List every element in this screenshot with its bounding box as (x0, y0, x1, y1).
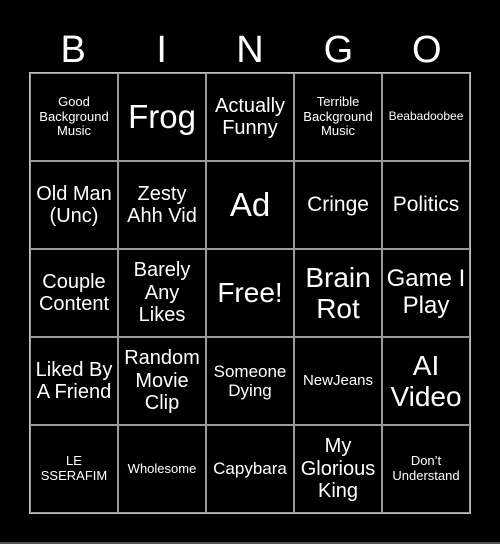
bingo-cell[interactable]: Good Background Music (30, 73, 118, 161)
bingo-cell[interactable]: Game I Play (382, 249, 470, 337)
header-letter-o: O (412, 29, 442, 71)
bingo-cell[interactable]: Capybara (206, 425, 294, 513)
bingo-cell[interactable]: Politics (382, 161, 470, 249)
header-letter-i: I (156, 29, 167, 71)
bingo-cell[interactable]: Beabadoobee (382, 73, 470, 161)
bingo-cell[interactable]: Barely Any Likes (118, 249, 206, 337)
bingo-cell[interactable]: Brain Rot (294, 249, 382, 337)
bingo-cell[interactable]: My Glorious King (294, 425, 382, 513)
bingo-cell[interactable]: Zesty Ahh Vid (118, 161, 206, 249)
bingo-cell[interactable]: Liked By A Friend (30, 337, 118, 425)
header-letter-b: B (60, 29, 86, 71)
bingo-cell[interactable]: Someone Dying (206, 337, 294, 425)
bingo-board: Good Background Music Frog Actually Funn… (29, 72, 471, 514)
header-letter-g: G (323, 29, 354, 71)
bingo-cell[interactable]: Actually Funny (206, 73, 294, 161)
bingo-cell[interactable]: Wholesome (118, 425, 206, 513)
bingo-cell[interactable]: AI Video (382, 337, 470, 425)
bingo-cell[interactable]: Terrible Background Music (294, 73, 382, 161)
bingo-cell[interactable]: Frog (118, 73, 206, 161)
bingo-cell[interactable]: Cringe (294, 161, 382, 249)
bingo-cell[interactable]: Don’t Understand (382, 425, 470, 513)
bingo-cell[interactable]: Random Movie Clip (118, 337, 206, 425)
bingo-cell[interactable]: Ad (206, 161, 294, 249)
bingo-cell[interactable]: Couple Content (30, 249, 118, 337)
header-letter-n: N (236, 29, 264, 71)
bingo-cell[interactable]: NewJeans (294, 337, 382, 425)
bingo-cell[interactable]: LE SSERAFIM (30, 425, 118, 513)
bingo-cell-free[interactable]: Free! (206, 249, 294, 337)
bingo-header: B I N G O (29, 28, 471, 72)
bingo-cell[interactable]: Old Man (Unc) (30, 161, 118, 249)
